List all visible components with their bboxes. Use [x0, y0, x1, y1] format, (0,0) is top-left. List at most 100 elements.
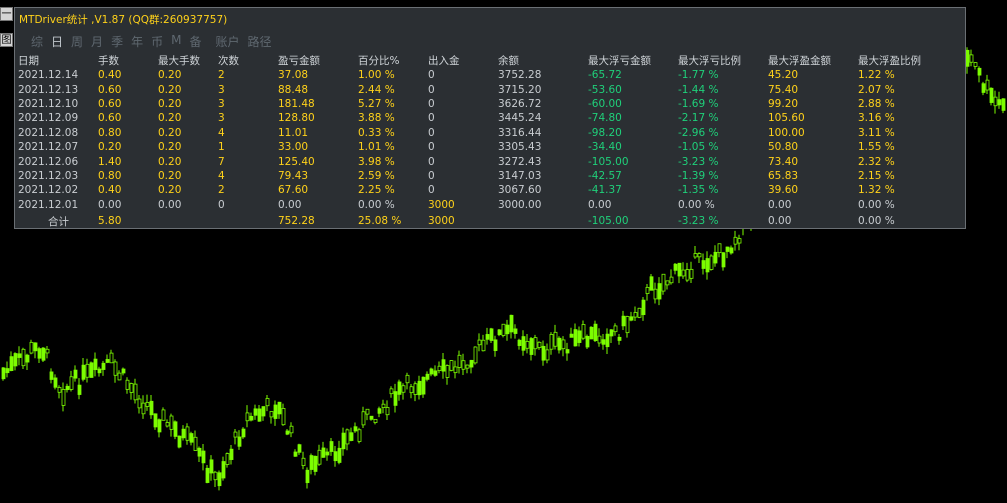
table-row: 2021.12.14 0.40 0.20 2 37.08 1.00 % 0 3752.28 -6…	[18, 68, 938, 82]
candle-body	[633, 312, 638, 318]
table-cell: -3.23 %	[678, 155, 719, 168]
candle-body	[113, 361, 118, 376]
candle-body	[37, 348, 42, 359]
table-cell: 2021.12.07	[18, 141, 79, 154]
tab-0[interactable]: 综	[31, 33, 43, 50]
candle-body	[373, 418, 378, 423]
tab-9[interactable]: 账户	[215, 33, 239, 50]
table-cell: 2021.12.13	[18, 83, 79, 96]
candle-body	[393, 391, 398, 406]
period-tabs: 综日周月季年币 M 备账户 路径	[31, 33, 272, 50]
candle-body	[689, 268, 694, 279]
candle-body	[621, 315, 626, 327]
table-cell: 2021.12.09	[18, 112, 79, 125]
chart-button[interactable]: 图	[0, 33, 13, 47]
candle-body	[693, 253, 698, 258]
table-cell: 0	[428, 97, 435, 110]
table-row: 2021.12.09 0.60 0.20 3 128.80 3.88 % 0 3445.24 -…	[18, 111, 938, 125]
table-cell: 7	[218, 155, 225, 168]
candle-body	[445, 365, 450, 378]
candle-body	[13, 353, 18, 367]
candle-body	[205, 467, 210, 483]
candle-body	[965, 49, 970, 67]
table-cell: 73.40	[768, 155, 799, 168]
table-cell: 5.27 %	[358, 97, 395, 110]
candle-body	[9, 356, 14, 371]
candle-body	[265, 398, 270, 407]
candle-body	[441, 359, 446, 372]
table-cell: -1.05 %	[678, 141, 719, 154]
candle-body	[105, 359, 110, 363]
table-cell: 50.80	[768, 141, 799, 154]
tab-2[interactable]: 周	[71, 33, 83, 50]
table-cell: 0.60	[98, 97, 122, 110]
candle-body	[417, 380, 422, 396]
total-cell: -105.00	[588, 215, 629, 228]
candle-body	[153, 413, 158, 428]
candle-body	[617, 336, 622, 341]
table-cell: 0	[428, 169, 435, 182]
candle-body	[201, 450, 206, 464]
tab-1[interactable]: 日	[51, 33, 63, 50]
tab-4[interactable]: 季	[111, 33, 123, 50]
candle-body	[577, 330, 582, 343]
table-cell: 2021.12.14	[18, 69, 79, 82]
candle-body	[65, 385, 70, 391]
candle-body	[285, 430, 290, 435]
candle-body	[257, 408, 262, 422]
table-cell: 1.55 %	[858, 141, 895, 154]
candle-body	[353, 426, 358, 432]
table-cell: 128.80	[278, 112, 315, 125]
tab-5[interactable]: 年	[131, 33, 143, 50]
table-cell: 2021.12.02	[18, 184, 79, 197]
candle-body	[229, 448, 234, 460]
candle-body	[281, 408, 286, 426]
tab-10[interactable]: 路径	[248, 33, 272, 50]
table-cell: -105.00	[588, 155, 629, 168]
candle-body	[41, 347, 46, 361]
candle-body	[605, 333, 610, 348]
table-cell: 3272.43	[498, 155, 542, 168]
table-cell: 0.60	[98, 83, 122, 96]
candle-body	[481, 339, 486, 352]
candle-body	[437, 365, 442, 371]
candle-body	[217, 472, 222, 487]
table-cell: -1.69 %	[678, 97, 719, 110]
candle-body	[221, 461, 226, 479]
candle-body	[137, 398, 142, 409]
candle-body	[573, 329, 578, 347]
table-cell: 3	[218, 83, 225, 96]
candle-body	[529, 338, 534, 355]
table-cell: -60.00	[588, 97, 622, 110]
total-cell: 752.28	[278, 215, 315, 228]
candle-body	[525, 341, 530, 349]
tab-7[interactable]: M	[171, 33, 181, 50]
candle-body	[593, 323, 598, 342]
tab-6[interactable]: 币	[151, 33, 163, 50]
candle-body	[165, 422, 170, 427]
candle-body	[981, 83, 986, 93]
table-cell: 39.60	[768, 184, 799, 197]
table-cell: 1.22 %	[858, 69, 895, 82]
candle-body	[293, 451, 298, 457]
collapse-button[interactable]: 一	[0, 7, 13, 21]
tab-3[interactable]: 月	[91, 33, 103, 50]
total-cell: 3000	[428, 215, 455, 228]
candle-body	[117, 372, 122, 381]
candle-body	[149, 400, 154, 416]
candle-body	[341, 432, 346, 450]
tab-8[interactable]: 备	[189, 33, 201, 50]
table-row: 2021.12.10 0.60 0.20 3 181.48 5.27 % 0 3626.72 -…	[18, 97, 938, 111]
candle-body	[57, 387, 62, 393]
total-cell	[498, 212, 588, 229]
candle-body	[509, 314, 514, 333]
table-cell: 1	[218, 141, 225, 154]
candle-body	[141, 402, 146, 415]
candle-body	[1001, 98, 1006, 111]
table-cell: 3	[218, 112, 225, 125]
candle-body	[269, 411, 274, 418]
table-cell: 99.20	[768, 97, 799, 110]
candle-body	[641, 299, 646, 316]
candle-body	[277, 401, 282, 415]
candle-body	[297, 444, 302, 453]
